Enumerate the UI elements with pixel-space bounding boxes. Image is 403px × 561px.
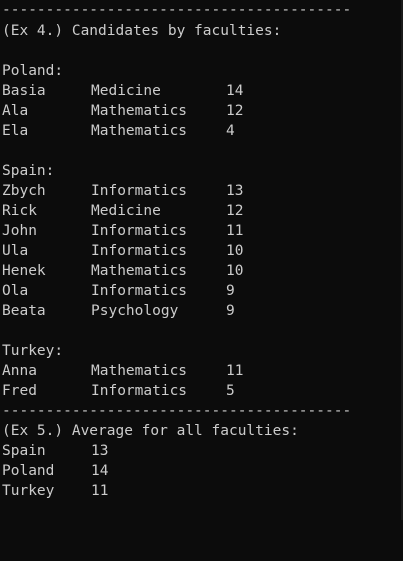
average-country: Spain [2,443,46,459]
candidate-points: 11 [226,363,244,379]
candidate-name: Ula [2,243,29,259]
candidate-name: Fred [2,383,37,399]
candidate-name: Henek [2,263,46,279]
candidate-points: 13 [226,183,244,199]
separator-line: ---------------------------------------- [2,2,352,18]
candidate-points: 4 [226,123,235,139]
candidate-faculty: Informatics [91,243,188,259]
candidate-faculty: Psychology [91,303,179,319]
ex4-header: (Ex 4.) Candidates by faculties: [2,23,282,39]
candidate-faculty: Informatics [91,223,188,239]
average-row: Poland 14 [2,461,108,481]
candidate-points: 12 [226,203,244,219]
candidate-name: Ala [2,103,29,119]
candidate-faculty: Informatics [91,383,188,399]
candidate-points: 14 [226,83,244,99]
candidate-faculty: Mathematics [91,103,188,119]
candidate-row: Fred Informatics 5 [2,381,235,401]
candidate-row: Ula Informatics 10 [2,241,243,261]
average-value: 14 [91,463,109,479]
candidate-faculty: Informatics [91,283,188,299]
candidate-points: 9 [226,283,235,299]
candidate-faculty: Mathematics [91,123,188,139]
candidate-faculty: Medicine [91,83,161,99]
candidate-row: Ela Mathematics 4 [2,121,235,141]
candidate-name: John [2,223,37,239]
country-heading-poland: Poland: [2,63,64,79]
candidate-points: 10 [226,243,244,259]
candidate-points: 5 [226,383,235,399]
average-row: Spain 13 [2,441,108,461]
console-output: ----------------------------------------… [0,0,403,520]
candidate-row: Rick Medicine 12 [2,201,243,221]
candidate-name: Ola [2,283,29,299]
average-row: Turkey 11 [2,481,108,501]
candidate-name: Beata [2,303,46,319]
candidate-name: Basia [2,83,46,99]
candidate-row: Beata Psychology 9 [2,301,235,321]
candidate-row: Basia Medicine 14 [2,81,243,101]
candidate-faculty: Mathematics [91,363,188,379]
candidate-name: Zbych [2,183,46,199]
separator-line: ---------------------------------------- [2,403,352,419]
average-value: 13 [91,443,109,459]
candidate-points: 9 [226,303,235,319]
candidate-row: Henek Mathematics 10 [2,261,243,281]
average-value: 11 [91,483,109,499]
candidate-faculty: Mathematics [91,263,188,279]
candidate-name: Rick [2,203,37,219]
candidate-points: 10 [226,263,244,279]
candidate-row: Anna Mathematics 11 [2,361,243,381]
candidate-row: Ala Mathematics 12 [2,101,243,121]
candidate-points: 11 [226,223,244,239]
candidate-row: Ola Informatics 9 [2,281,235,301]
country-heading-turkey: Turkey: [2,343,64,359]
candidate-faculty: Informatics [91,183,188,199]
ex5-header: (Ex 5.) Average for all faculties: [2,423,299,439]
candidate-faculty: Medicine [91,203,161,219]
average-country: Turkey [2,483,55,499]
candidate-points: 12 [226,103,244,119]
country-heading-spain: Spain: [2,163,55,179]
average-country: Poland [2,463,55,479]
candidate-row: Zbych Informatics 13 [2,181,243,201]
candidate-name: Anna [2,363,37,379]
candidate-name: Ela [2,123,29,139]
candidate-row: John Informatics 11 [2,221,243,241]
